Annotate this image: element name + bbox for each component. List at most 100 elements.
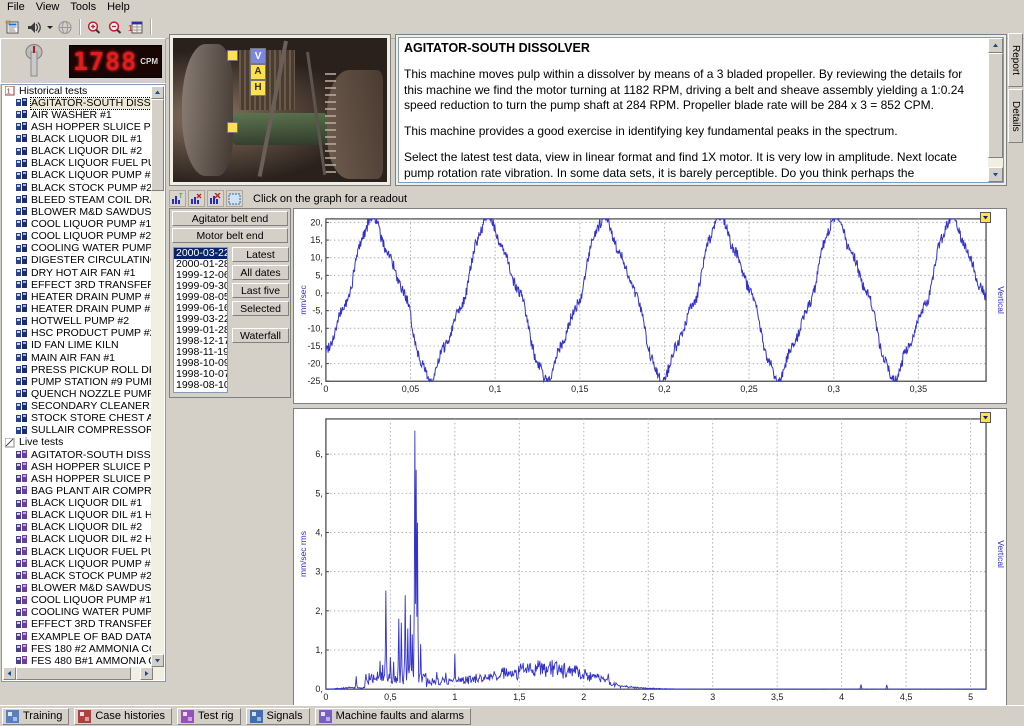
sound-icon[interactable] — [24, 18, 44, 37]
machine-photo[interactable]: V A H — [173, 38, 387, 182]
tree-item[interactable]: BLOWER M&D SAWDUST — [2, 582, 152, 594]
tree-item[interactable]: BLEED STEAM COIL DRAIN TANK — [2, 194, 152, 206]
tree-vertical-scrollbar[interactable] — [151, 86, 164, 680]
tree-item[interactable]: COOL LIQUOR PUMP #1 — [2, 218, 152, 230]
description-scroll-thumb[interactable] — [988, 53, 1003, 158]
tree-item[interactable]: HEATER DRAIN PUMP #2 — [2, 303, 152, 315]
fullscreen-icon[interactable] — [226, 190, 243, 207]
tree-item[interactable]: COOL LIQUOR PUMP #2 — [2, 231, 152, 243]
spectrum-chart[interactable]: 0, 1, 2, 3, 4, 5, 6, 0 0,5 1 1,5 2 2,5 3 3,5 4 4,5 5 mm/se… — [293, 408, 1007, 716]
tree-item[interactable]: FES 180 #2 AMMONIA COMPRESS — [2, 643, 152, 655]
agitator-belt-end-button[interactable]: Agitator belt end — [172, 211, 288, 226]
measurement-marker-extra-top[interactable] — [226, 49, 238, 61]
last-five-button[interactable]: Last five — [232, 283, 289, 298]
delete-all-icon[interactable] — [207, 190, 224, 207]
tree-item[interactable]: BLACK LIQUOR FUEL PUMP #2 — [2, 158, 152, 170]
taskbar-item-case-histories[interactable]: Case histories — [74, 707, 173, 725]
tree-item[interactable]: BLOWER M&D SAWDUST — [2, 206, 152, 218]
menu-item-help[interactable]: Help — [104, 0, 138, 15]
waterfall-button[interactable]: Waterfall — [232, 328, 289, 343]
description-scroll-down-button[interactable] — [988, 167, 1003, 182]
tree-item[interactable]: COOLING WATER PUMP #2 — [2, 607, 152, 619]
tab-report[interactable]: Report — [1008, 33, 1023, 87]
tree-item[interactable]: BLACK LIQUOR PUMP #2 — [2, 170, 152, 182]
tree-item[interactable]: PRESS PICKUP ROLL DRIVE — [2, 364, 152, 376]
description-scrollbar[interactable] — [988, 38, 1003, 182]
tree-item[interactable]: PUMP STATION #9 PUMP #1 — [2, 376, 152, 388]
tree-scroll-left-button[interactable] — [3, 667, 16, 680]
tree-scroll-up-button[interactable] — [151, 86, 164, 99]
tree-item[interactable]: BLACK STOCK PUMP #2 — [2, 182, 152, 194]
tree-item[interactable]: QUENCH NOZZLE PUMP #1 — [2, 388, 152, 400]
measurement-marker-a[interactable]: A — [250, 63, 267, 80]
tree-item[interactable]: BLACK STOCK PUMP #2 — [2, 570, 152, 582]
tree-item[interactable]: STOCK STORE CHEST AGITATOR — [2, 413, 152, 425]
tree-item[interactable]: HOTWELL PUMP #2 — [2, 316, 152, 328]
tree-item[interactable]: ASH HOPPER SLUICE PUMP — [2, 461, 152, 473]
tree-item[interactable]: BLACK LIQUOR DIL #1 HIGH RES — [2, 510, 152, 522]
tree-item[interactable]: AGITATOR-SOUTH DISSOLVER — [2, 449, 152, 461]
spectrum-cursor-marker[interactable] — [980, 412, 991, 423]
sound-dropdown-icon[interactable] — [45, 18, 54, 37]
tree-item[interactable]: SULLAIR COMPRESSOR #1 — [2, 425, 152, 437]
tests-tree[interactable]: 1Historical testsAGITATOR-SOUTH DISSOLVE… — [2, 85, 152, 681]
tree-item[interactable]: EFFECT 3RD TRANSFER PUMP — [2, 619, 152, 631]
tree-item[interactable]: ID FAN LIME KILN — [2, 340, 152, 352]
tree-hscroll-thumb[interactable] — [16, 667, 131, 680]
tree-item[interactable]: BLACK LIQUOR DIL #1 — [2, 498, 152, 510]
tree-item[interactable]: BLACK LIQUOR DIL #2 — [2, 146, 152, 158]
taskbar-item-training[interactable]: Training — [2, 707, 70, 725]
time-waveform-chart[interactable]: -25, -20, -15, -10, -5, 0, 5, 10, 15, 20, 0 0,05 0,1… — [293, 208, 1007, 404]
spreadsheet-icon[interactable]: 1 — [126, 18, 146, 37]
tree-item[interactable]: BLACK LIQUOR DIL #1 — [2, 133, 152, 145]
properties-icon[interactable] — [3, 18, 23, 37]
measurement-marker-h[interactable]: H — [250, 79, 267, 96]
menu-item-view[interactable]: View — [33, 0, 68, 15]
tree-item[interactable]: SECONDARY CLEANER PUMP — [2, 401, 152, 413]
tree-item[interactable]: HSC PRODUCT PUMP #2 — [2, 328, 152, 340]
menu-item-file[interactable]: File — [4, 0, 33, 15]
all-dates-button[interactable]: All dates — [232, 265, 289, 280]
tree-item[interactable]: BLACK LIQUOR DIL #2 — [2, 522, 152, 534]
tree-item[interactable]: BLACK LIQUOR DIL #2 HIGH RES — [2, 534, 152, 546]
taskbar-item-machine-faults-and-alarms[interactable]: Machine faults and alarms — [314, 707, 471, 725]
date-list[interactable]: 2000-03-22 2000-01-28 1999-12-06 1999-09-30… — [173, 247, 228, 393]
tree-scroll-right-button[interactable] — [140, 667, 153, 680]
tree-item[interactable]: COOL LIQUOR PUMP #1 — [2, 595, 152, 607]
tab-details[interactable]: Details — [1008, 89, 1023, 143]
tree-item[interactable]: MAIN AIR FAN #1 — [2, 352, 152, 364]
date-list-item[interactable]: 1998-06-01 — [174, 391, 227, 393]
globe-icon[interactable] — [55, 18, 75, 37]
tree-item[interactable]: FES 480 B#1 AMMONIA COMPRES — [2, 655, 152, 667]
tree-item[interactable]: ASH HOPPER SLUICE PUMP — [2, 121, 152, 133]
taskbar-item-signals[interactable]: Signals — [245, 707, 310, 725]
tree-item[interactable]: EXAMPLE OF BAD DATA — [2, 631, 152, 643]
selected-button[interactable]: Selected — [232, 301, 289, 316]
taskbar-item-test-rig[interactable]: Test rig — [177, 707, 241, 725]
tree-group-live[interactable]: Live tests — [2, 437, 152, 449]
tree-item[interactable]: AIR WASHER #1 — [2, 109, 152, 121]
measurement-marker-extra-bottom[interactable] — [226, 121, 238, 133]
tree-item[interactable]: HEATER DRAIN PUMP #1 — [2, 291, 152, 303]
menu-item-tools[interactable]: Tools — [67, 0, 104, 15]
description-textbox[interactable]: AGITATOR-SOUTH DISSOLVER This machine mo… — [398, 37, 1004, 183]
trend-icon[interactable]: T — [169, 190, 186, 207]
rotary-dial[interactable] — [23, 44, 45, 78]
tree-scroll-thumb[interactable] — [151, 99, 164, 191]
tree-item[interactable]: BLACK LIQUOR FUEL PUMP #2 — [2, 546, 152, 558]
tests-tree-panel[interactable]: 1Historical testsAGITATOR-SOUTH DISSOLVE… — [1, 84, 166, 682]
motor-belt-end-button[interactable]: Motor belt end — [172, 228, 288, 243]
tree-horizontal-scrollbar[interactable] — [3, 667, 153, 680]
latest-button[interactable]: Latest — [232, 247, 289, 262]
tree-group-historical[interactable]: 1 Historical tests — [2, 85, 152, 97]
tree-item[interactable]: ASH HOPPER SLUICE PUMP HIGH — [2, 473, 152, 485]
description-scroll-up-button[interactable] — [988, 38, 1003, 53]
delete-spectrum-icon[interactable] — [188, 190, 205, 207]
tree-scroll-down-button[interactable] — [151, 654, 164, 667]
tree-item[interactable]: COOLING WATER PUMP #2 — [2, 243, 152, 255]
zoom-out-icon[interactable] — [105, 18, 125, 37]
measurement-marker-v[interactable]: V — [250, 48, 267, 65]
tree-item[interactable]: EFFECT 3RD TRANSFER PUMP — [2, 279, 152, 291]
tree-item[interactable]: DRY HOT AIR FAN #1 — [2, 267, 152, 279]
tree-item[interactable]: AGITATOR-SOUTH DISSOLVER — [2, 96, 152, 110]
